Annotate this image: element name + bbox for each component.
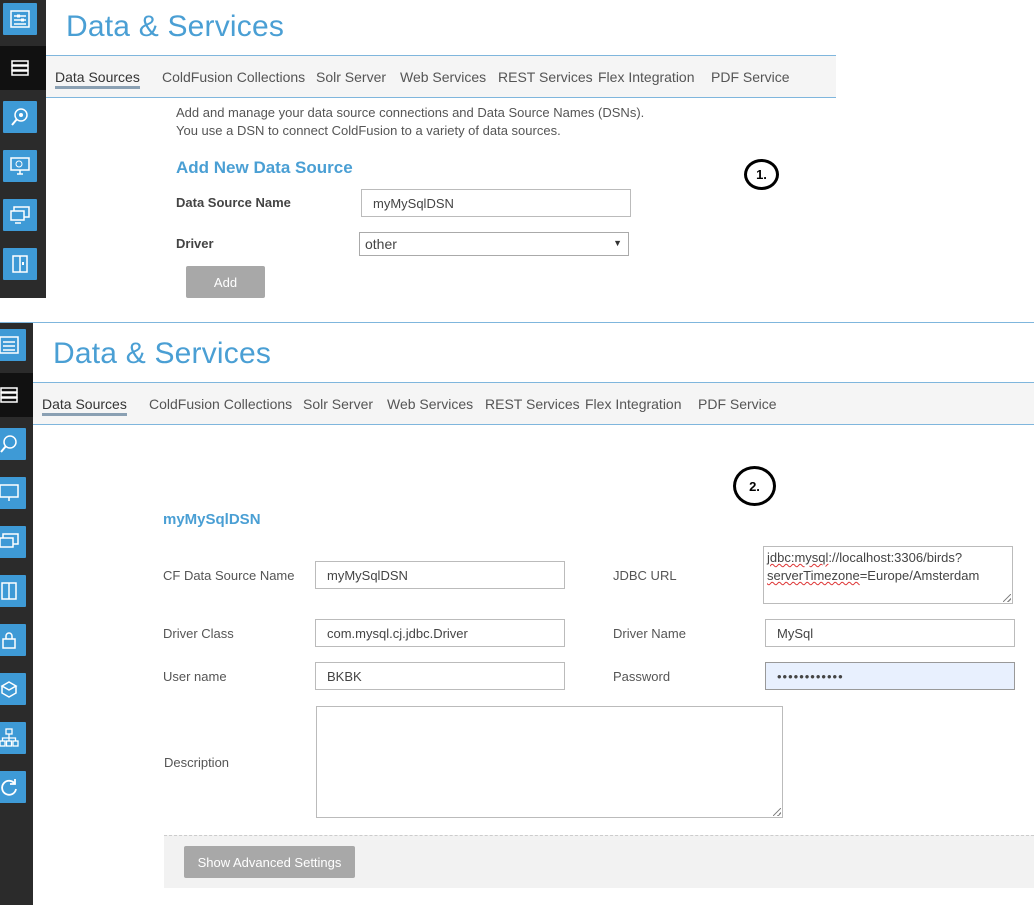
username-input[interactable] [315,662,565,690]
tab-flex-integration[interactable]: Flex Integration [585,383,682,424]
jdbc-url-param-name: serverTimezone [767,568,860,583]
cf-data-source-name-input[interactable] [315,561,565,589]
page-title: Data & Services [53,337,272,370]
step-badge-1: 1. [744,159,779,190]
jdbc-url-line-2: serverTimezone=Europe/Amsterdam [767,567,1009,585]
server-monitoring-icon[interactable] [0,477,26,509]
tab-solr-server[interactable]: Solr Server [316,56,386,97]
tab-pdf-service[interactable]: PDF Service [698,383,777,424]
description-textarea[interactable] [316,706,783,818]
tab-bar: Data Sources ColdFusion Collections Solr… [46,55,836,98]
settings-icon[interactable] [3,3,37,35]
data-services-icon [0,379,26,411]
step-badge-2: 2. [733,466,776,506]
tab-solr-server[interactable]: Solr Server [303,383,373,424]
intro-line-1: Add and manage your data source connecti… [176,105,645,120]
jdbc-url-textarea[interactable]: jdbc:mysql://localhost:3306/birds? serve… [763,546,1013,604]
resize-handle-icon[interactable] [773,808,781,816]
jdbc-url-protocol: jdbc:mysql [767,550,829,565]
driver-select-value: other [365,236,397,252]
security-icon[interactable] [0,624,26,656]
devices-icon[interactable] [3,199,37,231]
sidebar-top [0,0,52,298]
tab-coldfusion-collections[interactable]: ColdFusion Collections [162,56,305,97]
tab-flex-integration[interactable]: Flex Integration [598,56,695,97]
tab-data-sources[interactable]: Data Sources [42,383,127,424]
intro-line-2: You use a DSN to connect ColdFusion to a… [176,123,561,138]
cf-data-source-name-label: CF Data Source Name [163,568,295,583]
packaging-icon[interactable] [0,575,26,607]
tab-coldfusion-collections[interactable]: ColdFusion Collections [149,383,292,424]
dsn-heading: myMySqlDSN [163,511,261,528]
extensions-icon[interactable] [0,673,26,705]
jdbc-url-host: ://localhost:3306/birds? [828,550,963,565]
tab-rest-services[interactable]: REST Services [485,383,580,424]
driver-name-label: Driver Name [613,626,686,641]
sidebar-item-data-services[interactable] [0,46,52,90]
tab-rest-services[interactable]: REST Services [498,56,593,97]
show-advanced-settings-button[interactable]: Show Advanced Settings [184,846,355,878]
enterprise-manager-icon[interactable] [0,722,26,754]
data-source-name-label: Data Source Name [176,195,291,210]
debugging-icon[interactable] [0,428,26,460]
driver-name-input[interactable] [765,619,1015,647]
panel-divider [0,322,1034,323]
chevron-down-icon: ▼ [613,238,622,248]
sidebar-item-data-services[interactable] [0,373,39,417]
password-input[interactable] [765,662,1015,690]
jdbc-url-line-1: jdbc:mysql://localhost:3306/birds? [767,549,1009,567]
username-label: User name [163,669,227,684]
devices-icon[interactable] [0,526,26,558]
driver-class-label: Driver Class [163,626,234,641]
intro-text: Add and manage your data source connecti… [176,104,644,140]
jdbc-url-label: JDBC URL [613,568,677,583]
tab-data-sources[interactable]: Data Sources [55,56,140,97]
driver-select[interactable]: other ▼ [359,232,629,256]
sidebar-bottom [0,323,39,905]
password-label: Password [613,669,671,684]
description-label: Description [164,755,230,770]
driver-class-input[interactable] [315,619,565,647]
tab-web-services[interactable]: Web Services [387,383,473,424]
tab-pdf-service[interactable]: PDF Service [711,56,790,97]
add-button[interactable]: Add [186,266,265,298]
debugging-icon[interactable] [3,101,37,133]
jdbc-url-param-value: =Europe/Amsterdam [859,568,980,583]
tab-web-services[interactable]: Web Services [400,56,486,97]
resize-handle-icon[interactable] [1003,594,1011,602]
page-title: Data & Services [66,10,285,43]
packaging-icon[interactable] [3,248,37,280]
data-source-name-input[interactable] [361,189,631,217]
settings-icon[interactable] [0,329,26,361]
data-services-icon [3,52,37,84]
tab-bar: Data Sources ColdFusion Collections Solr… [33,382,1034,425]
refresh-icon[interactable] [0,771,26,803]
server-monitoring-icon[interactable] [3,150,37,182]
add-new-data-source-heading: Add New Data Source [176,158,353,177]
driver-label: Driver [176,236,214,251]
